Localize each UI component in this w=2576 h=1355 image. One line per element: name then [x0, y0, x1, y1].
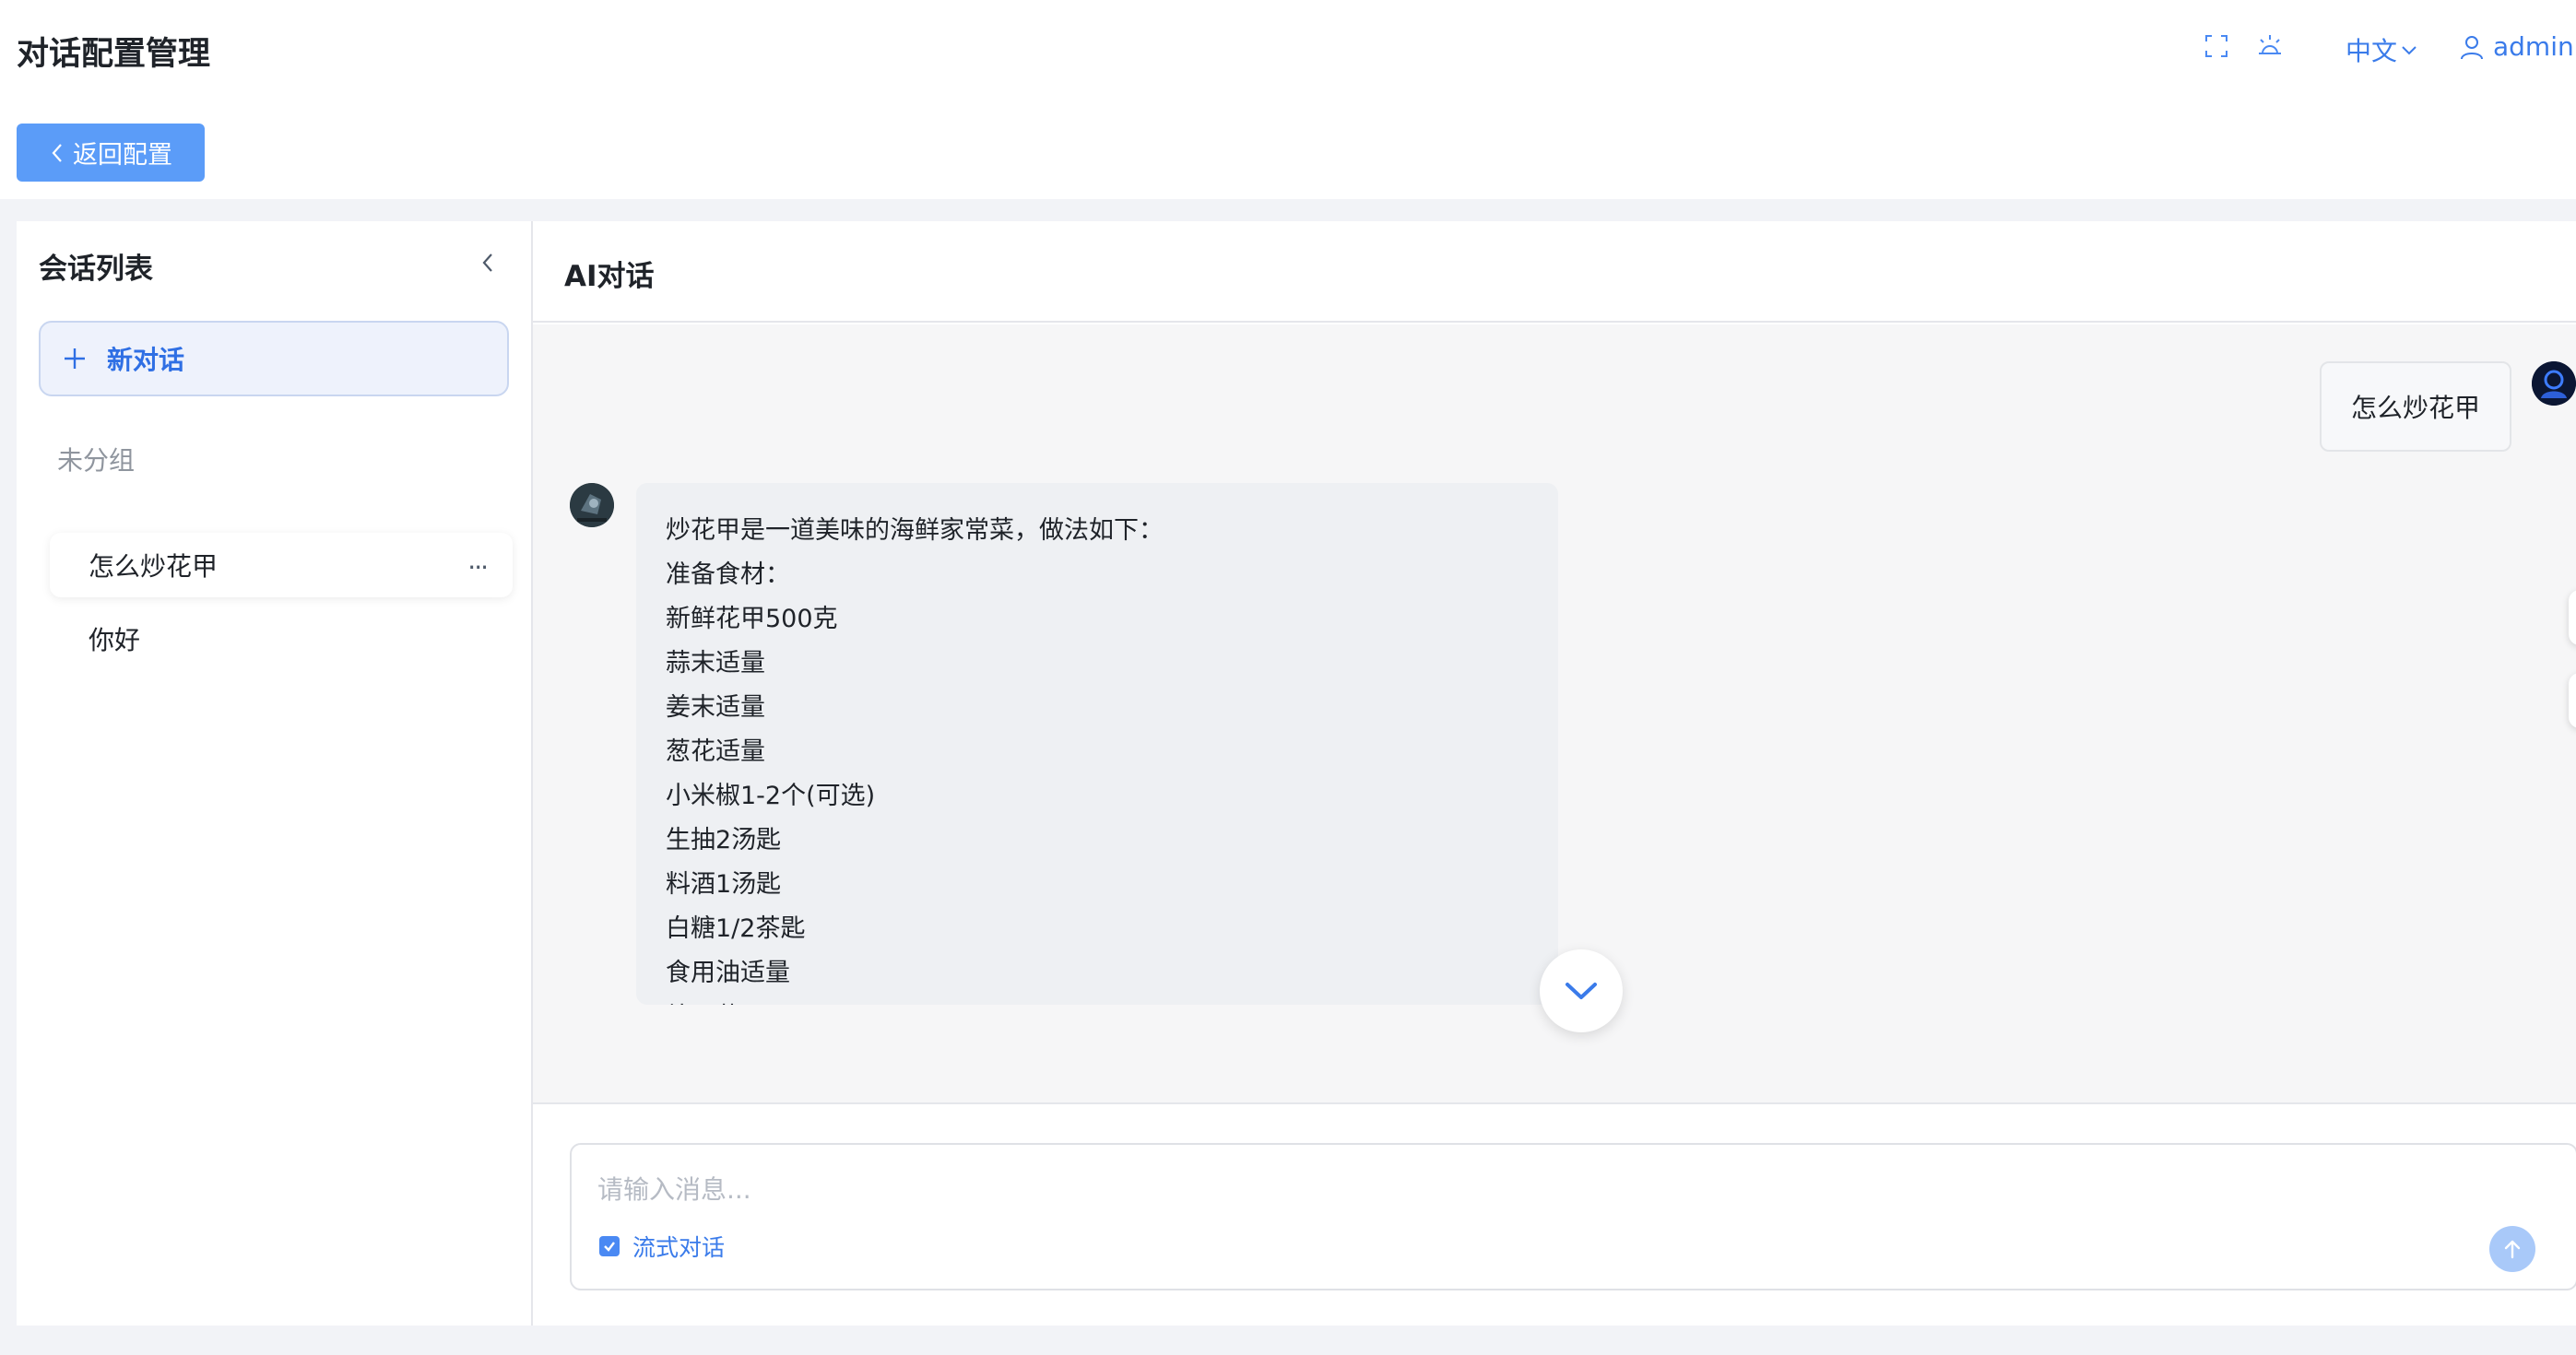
message-composer: 流式对话 [570, 1143, 2576, 1290]
chat-title: AI对话 [564, 260, 655, 293]
sidebar-title: 会话列表 [39, 253, 153, 286]
fullscreen-icon[interactable] [2204, 33, 2229, 59]
user-menu[interactable]: admin [2460, 31, 2574, 62]
bot-message-line: 准备食材： [666, 560, 790, 589]
bot-message-line: 生抽2汤匙 [666, 826, 782, 854]
chevron-down-icon [2401, 43, 2417, 56]
back-button-label: 返回配置 [73, 141, 172, 170]
bot-message-line: 姜末适量 [666, 693, 765, 722]
bot-message-line: 葱花适量 [666, 737, 765, 766]
bot-avatar [570, 483, 614, 527]
plus-icon [63, 347, 87, 371]
bot-message-line: 蒜末适量 [666, 649, 765, 678]
side-handle[interactable] [2569, 673, 2576, 728]
conversation-title: 你好 [89, 625, 141, 655]
bot-message-line: 小米椒1-2个(可选) [666, 782, 876, 810]
chevron-left-icon [49, 142, 65, 164]
new-chat-label: 新对话 [107, 345, 185, 375]
bot-message-line: 白糖1/2茶匙 [666, 914, 806, 943]
top-header: 对话配置管理 返回配置 中文 admin [0, 0, 2576, 199]
language-label: 中文 [2346, 36, 2398, 66]
page-title: 对话配置管理 [17, 36, 211, 73]
stream-label: 流式对话 [632, 1234, 726, 1261]
chevron-down-icon [1566, 983, 1597, 999]
conversation-sidebar: 会话列表 新对话 未分组 怎么炒花甲 ... 你好 [17, 221, 531, 1326]
chat-header: AI对话 [533, 221, 2576, 323]
check-icon [604, 1242, 615, 1252]
language-switch[interactable]: 中文 [2346, 31, 2417, 68]
bot-message-line: 食用油适量 [666, 959, 790, 987]
more-options-icon[interactable]: ... [467, 548, 489, 573]
message-list[interactable]: 怎么炒花甲 炒花甲是一道美味的海鲜家常菜，做法如下： 准备食材： 新鲜花甲500… [533, 324, 2576, 1104]
conversation-title: 怎么炒花甲 [89, 551, 219, 582]
user-message-text: 怎么炒花甲 [2350, 393, 2480, 423]
bot-message-line: 处理花甲： [666, 996, 1529, 1005]
send-button[interactable] [2489, 1226, 2535, 1272]
conversation-item[interactable]: 你好 [50, 607, 513, 671]
chat-panel: AI对话 怎么炒花甲 炒花甲是一道美味的海鲜家常菜，做法如下： 准备食材： 新鲜… [531, 221, 2576, 1326]
bot-message-line: 新鲜花甲500克 [666, 605, 838, 633]
bot-message-bubble: 炒花甲是一道美味的海鲜家常菜，做法如下： 准备食材： 新鲜花甲500克 蒜末适量… [636, 483, 1558, 1005]
user-avatar [2532, 361, 2576, 406]
group-label: 未分组 [57, 445, 136, 476]
stream-checkbox[interactable] [599, 1236, 620, 1256]
stream-toggle[interactable]: 流式对话 [599, 1230, 725, 1263]
conversation-item[interactable]: 怎么炒花甲 ... [50, 533, 513, 597]
theme-icon[interactable] [2255, 31, 2285, 59]
user-icon [2460, 34, 2484, 60]
bot-message-line: 炒花甲是一道美味的海鲜家常菜，做法如下： [666, 516, 1164, 545]
new-chat-button[interactable]: 新对话 [39, 321, 509, 396]
bot-message-line: 料酒1汤匙 [666, 870, 782, 899]
arrow-up-icon [2504, 1240, 2521, 1259]
user-message-bubble: 怎么炒花甲 [2320, 361, 2511, 452]
username: admin [2493, 31, 2574, 62]
chevron-left-icon [482, 253, 492, 272]
message-input[interactable] [597, 1169, 2487, 1209]
side-handle[interactable] [2569, 590, 2576, 645]
scroll-to-bottom-button[interactable] [1540, 949, 1623, 1032]
back-button[interactable]: 返回配置 [17, 124, 205, 182]
collapse-sidebar-button[interactable] [474, 249, 502, 277]
